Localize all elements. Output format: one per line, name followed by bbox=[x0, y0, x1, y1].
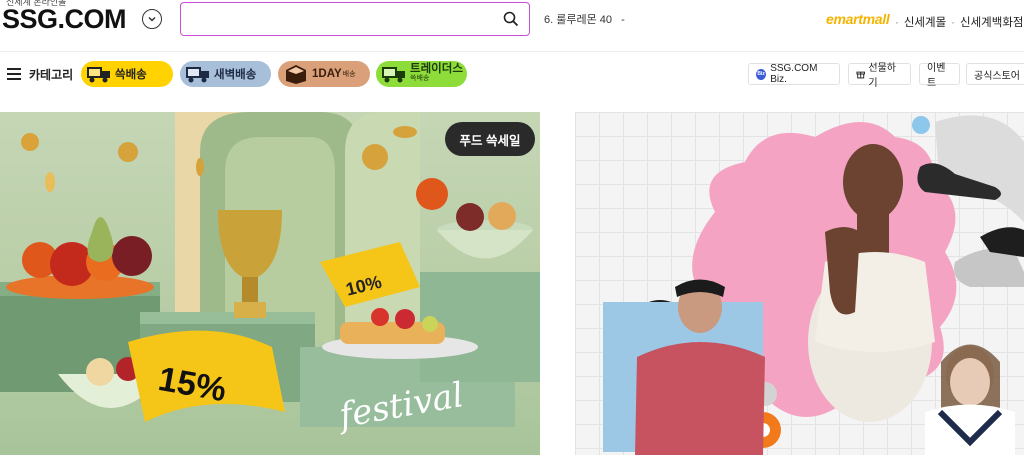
biz-icon: Biz bbox=[756, 68, 767, 80]
gift-label: 선물하기 bbox=[868, 63, 897, 89]
hamburger-icon[interactable] bbox=[7, 68, 21, 80]
category-menu[interactable]: 카테고리 bbox=[29, 66, 73, 83]
food-sale-banner[interactable]: 10% 15% festival 푸드 쓱세일 bbox=[0, 112, 540, 455]
truck-icon bbox=[87, 67, 110, 83]
trending-rank: 6. bbox=[544, 14, 554, 26]
chevron-down-icon bbox=[148, 16, 156, 22]
ssg-biz-label: SSG.COM Biz. bbox=[770, 63, 818, 85]
event-link[interactable]: 이벤트 bbox=[919, 63, 960, 89]
fashion-banner-art bbox=[603, 115, 1024, 455]
trending-caret: - bbox=[621, 14, 625, 26]
trending-keyword[interactable]: 6. 룰루레몬 40 - bbox=[544, 11, 625, 27]
shinsegae-dept-link[interactable]: 신세계백화점 bbox=[960, 17, 1023, 29]
delivery-pill-label: 쓱배송 bbox=[115, 69, 147, 81]
header-divider bbox=[0, 51, 1024, 52]
ssg-biz-link[interactable]: Biz SSG.COM Biz. bbox=[748, 63, 840, 85]
search-box[interactable] bbox=[180, 2, 530, 36]
ssg-logo[interactable]: SSG.COM bbox=[2, 4, 127, 35]
delivery-pill-dawn[interactable]: 새벽배송 bbox=[180, 61, 271, 87]
logo-dropdown-button[interactable] bbox=[142, 9, 162, 29]
search-input[interactable] bbox=[189, 7, 489, 31]
food-sale-badge[interactable]: 푸드 쓱세일 bbox=[445, 122, 535, 156]
emart-mall-logo-part2: mall bbox=[862, 11, 890, 27]
food-banner-art: 10% 15% festival bbox=[0, 112, 540, 437]
trending-text: 룰루레몬 40 bbox=[556, 14, 613, 26]
truck-icon bbox=[382, 67, 405, 83]
page: 신세계 온라인몰 SSG.COM 6. 룰루레몬 40 - emartmall … bbox=[0, 0, 1024, 455]
search-icon[interactable] bbox=[503, 11, 519, 27]
emart-mall-logo-part1: emart bbox=[826, 11, 863, 27]
fashion-banner[interactable] bbox=[575, 112, 1024, 455]
emart-mall-link[interactable]: emartmall bbox=[826, 11, 890, 27]
box-icon bbox=[286, 65, 306, 84]
gift-icon bbox=[856, 71, 865, 79]
delivery-pill-traders[interactable]: 트레이더스 쓱배송 bbox=[376, 61, 467, 87]
partner-links: · 신세계몰 · 신세계백화점 bbox=[895, 17, 1024, 29]
delivery-pill-sub: 쓱배송 bbox=[410, 75, 430, 82]
delivery-pill-sub: 배송 bbox=[342, 71, 356, 78]
delivery-pill-1day[interactable]: 1DAY 배송 bbox=[278, 61, 370, 87]
delivery-pill-label: 새벽배송 bbox=[214, 69, 257, 81]
truck-icon bbox=[186, 67, 209, 83]
gift-link[interactable]: 선물하기 bbox=[848, 63, 911, 89]
shinsegae-mall-link[interactable]: 신세계몰 bbox=[904, 17, 946, 29]
official-store-link[interactable]: 공식스토어 bbox=[966, 63, 1024, 85]
delivery-pill-ssg[interactable]: 쓱배송 bbox=[81, 61, 173, 87]
delivery-pill-label: 트레이더스 bbox=[410, 63, 463, 75]
delivery-pill-label: 1DAY bbox=[312, 68, 342, 80]
